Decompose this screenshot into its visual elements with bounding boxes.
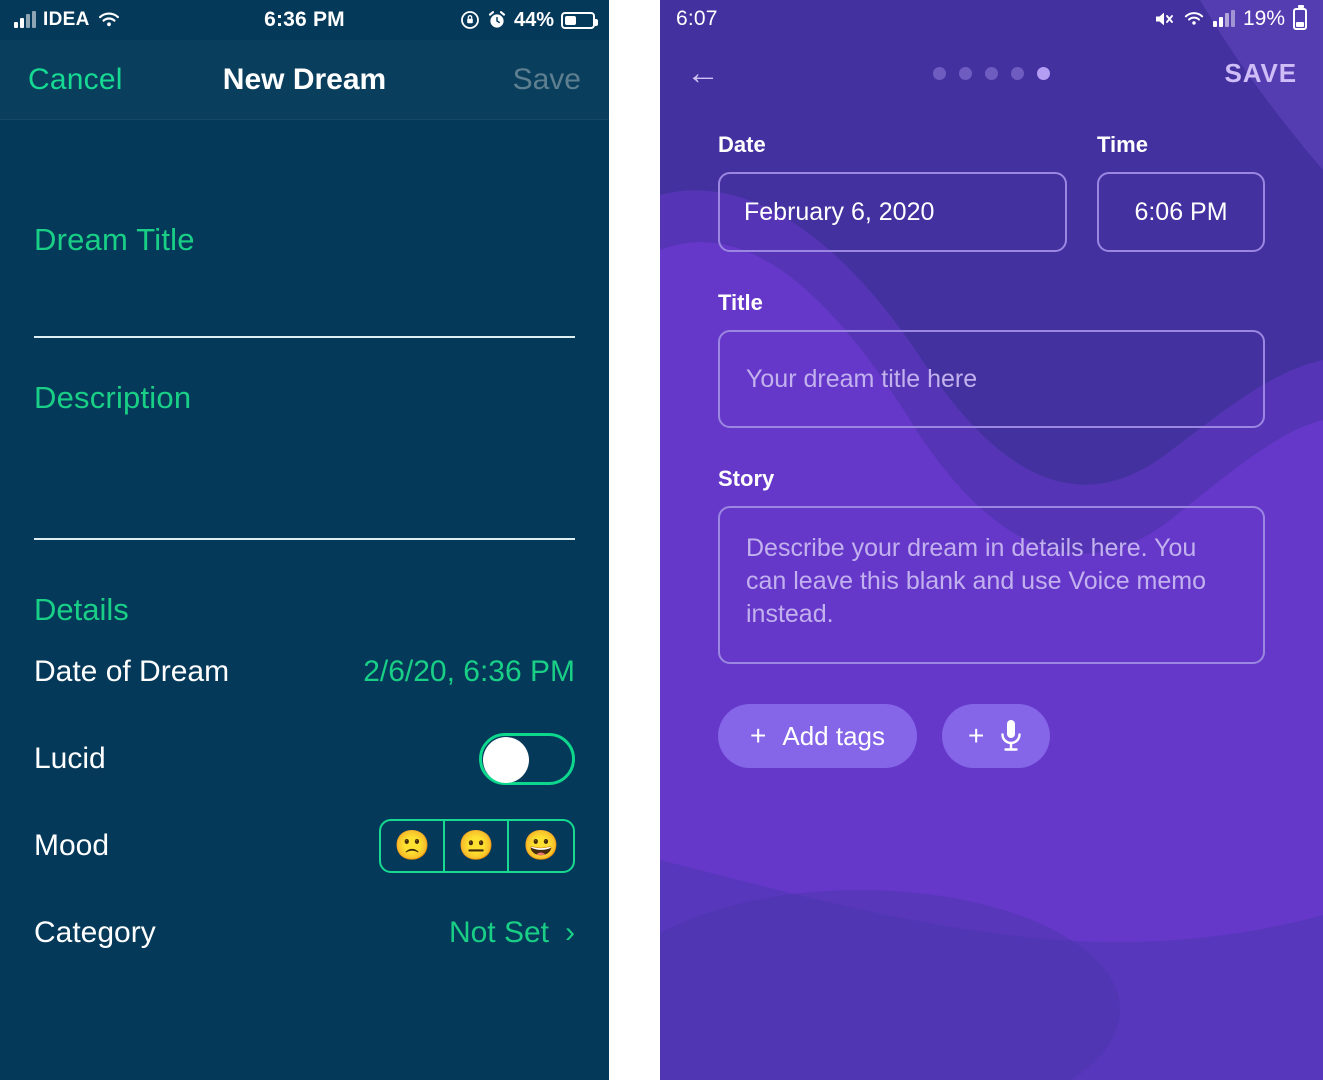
dream-title-field[interactable]: Dream Title [34,120,575,338]
right-phone-screen: 6:07 19% ← SAVE Date February 6, 2020 Ti… [660,0,1323,1080]
left-phone-screen: IDEA 6:36 PM 44% Cancel New Dream Save D… [0,0,609,1080]
status-right-group: 44% [460,8,598,32]
title-input[interactable]: Your dream title here [718,330,1265,428]
row-value-date-of-dream: 2/6/20, 6:36 PM [363,654,575,688]
row-clipped-next[interactable] [34,976,575,1002]
lucid-toggle-knob [483,736,529,783]
row-label-lucid: Lucid [34,741,106,775]
row-label-date-of-dream: Date of Dream [34,654,230,688]
title-group: Title Your dream title here [718,290,1265,428]
details-section-header: Details [34,592,129,627]
page-dot-4[interactable] [1011,66,1024,80]
description-underline [34,538,575,540]
microphone-icon [998,718,1024,754]
plus-icon: + [750,720,767,751]
android-status-icons: 19% [1153,5,1307,31]
page-dot-5-active[interactable] [1037,66,1050,80]
ios-status-bar: IDEA 6:36 PM 44% [0,0,609,40]
mood-option-happy[interactable]: 😀 [509,821,573,871]
time-group: Time 6:06 PM [1097,132,1265,252]
wifi-icon [98,12,119,27]
rotation-lock-icon [461,11,479,29]
cancel-button[interactable]: Cancel [28,63,123,97]
page-dot-2[interactable] [959,66,972,80]
mood-option-neutral[interactable]: 😐 [445,820,509,871]
signal-bars-icon [1212,10,1235,27]
dream-title-placeholder: Dream Title [34,222,195,257]
row-category[interactable]: Category Not Set › [34,889,575,976]
action-button-row: + Add tags + [718,664,1265,768]
row-date-of-dream[interactable]: Date of Dream 2/6/20, 6:36 PM [34,628,575,715]
time-input[interactable]: 6:06 PM [1097,172,1265,252]
mute-icon [1155,12,1173,26]
add-voice-memo-button[interactable]: + [942,704,1051,768]
date-label: Date [718,132,766,157]
title-label: Title [718,290,763,315]
android-battery-percent: 19% [1242,7,1285,30]
ios-form-body: Dream Title Description Details Date of … [0,120,609,1002]
android-app-bar: ← SAVE [660,38,1323,108]
wifi-icon [1184,12,1204,25]
battery-icon [1293,5,1307,30]
story-group: Story Describe your dream in details her… [718,466,1265,664]
ios-nav-bar: Cancel New Dream Save [0,40,609,120]
add-tags-label: Add tags [782,720,885,751]
signal-bars-icon [14,11,36,28]
screenshot-stage: IDEA 6:36 PM 44% Cancel New Dream Save D… [0,0,1323,1080]
plus-icon: + [968,720,985,751]
date-group: Date February 6, 2020 [718,132,1067,252]
save-button[interactable]: Save [513,63,581,97]
category-value-label: Not Set [448,915,549,949]
mood-option-sad[interactable]: 🙁 [381,820,445,871]
row-lucid[interactable]: Lucid [34,715,575,802]
chevron-right-icon: › [565,915,575,949]
page-dot-1[interactable] [933,66,946,80]
save-button[interactable]: SAVE [1225,58,1297,89]
row-label-category: Category [34,915,156,949]
android-form-body: Date February 6, 2020 Time 6:06 PM Title… [660,108,1323,768]
story-textarea[interactable]: Describe your dream in details here. You… [718,506,1265,664]
back-arrow-icon[interactable]: ← [686,56,720,90]
lucid-toggle[interactable] [479,732,575,785]
time-label: Time [1097,132,1148,157]
battery-percent-label: 44% [513,8,554,31]
mood-segmented-control[interactable]: 🙁 😐 😀 [379,818,575,873]
date-time-row: Date February 6, 2020 Time 6:06 PM [718,132,1265,252]
date-input[interactable]: February 6, 2020 [718,172,1067,252]
description-placeholder: Description [34,380,192,415]
add-tags-button[interactable]: + Add tags [718,704,917,768]
carrier-label: IDEA [43,9,90,30]
row-value-category: Not Set › [449,916,575,950]
page-dot-3[interactable] [985,66,998,80]
battery-icon [561,11,598,29]
android-status-bar: 6:07 19% [660,0,1323,38]
description-field[interactable]: Description [34,338,575,540]
row-mood[interactable]: Mood 🙁 😐 😀 [34,802,575,889]
row-label-mood: Mood [34,828,110,862]
status-left-group: IDEA [14,9,121,31]
story-label: Story [718,466,775,491]
alarm-clock-icon [488,11,506,28]
android-clock: 6:07 [676,7,718,30]
